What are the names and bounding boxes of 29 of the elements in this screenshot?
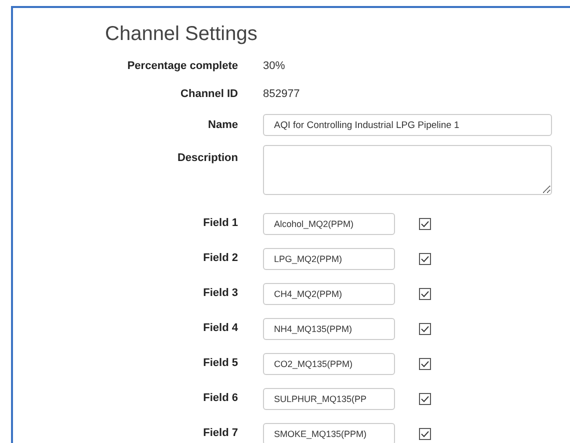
- field-label: Field 3: [203, 286, 238, 302]
- field-label: Channel ID: [180, 86, 238, 102]
- checkbox[interactable]: [419, 322, 431, 334]
- field-name-input[interactable]: NH4_MQ135(PPM): [263, 318, 395, 340]
- field-name-input[interactable]: CO2_MQ135(PPM): [263, 352, 395, 374]
- checkbox[interactable]: [419, 392, 431, 404]
- checkbox[interactable]: [419, 288, 431, 300]
- checkbox[interactable]: [419, 428, 431, 440]
- field-label: Field 1: [203, 216, 238, 232]
- checkbox[interactable]: [419, 358, 431, 370]
- checkbox[interactable]: [419, 252, 431, 264]
- field-label: Description: [177, 151, 238, 166]
- field-name-input[interactable]: SULPHUR_MQ135(PP: [263, 388, 395, 410]
- field-label: Field 5: [203, 356, 238, 372]
- field-name-input[interactable]: Alcohol_MQ2(PPM): [263, 212, 395, 234]
- field-label: Name: [208, 118, 238, 133]
- field-value: 852977: [263, 86, 300, 102]
- field-label: Field 4: [203, 321, 238, 336]
- field-label: Field 2: [203, 251, 238, 266]
- checkbox[interactable]: [419, 218, 431, 230]
- name-input[interactable]: AQI for Controlling Industrial LPG Pipeline 1: [263, 114, 552, 136]
- field-value: 30%: [263, 58, 286, 74]
- field-name-input[interactable]: CH4_MQ2(PPM): [263, 282, 395, 304]
- field-label: Field 7: [203, 426, 238, 442]
- field-name-input[interactable]: LPG_MQ2(PPM): [263, 248, 395, 270]
- page-title: Channel Settings: [105, 22, 258, 46]
- field-label: Percentage complete: [127, 58, 238, 74]
- field-label: Field 6: [203, 391, 238, 406]
- field-name-input[interactable]: SMOKE_MQ135(PPM): [263, 422, 395, 443]
